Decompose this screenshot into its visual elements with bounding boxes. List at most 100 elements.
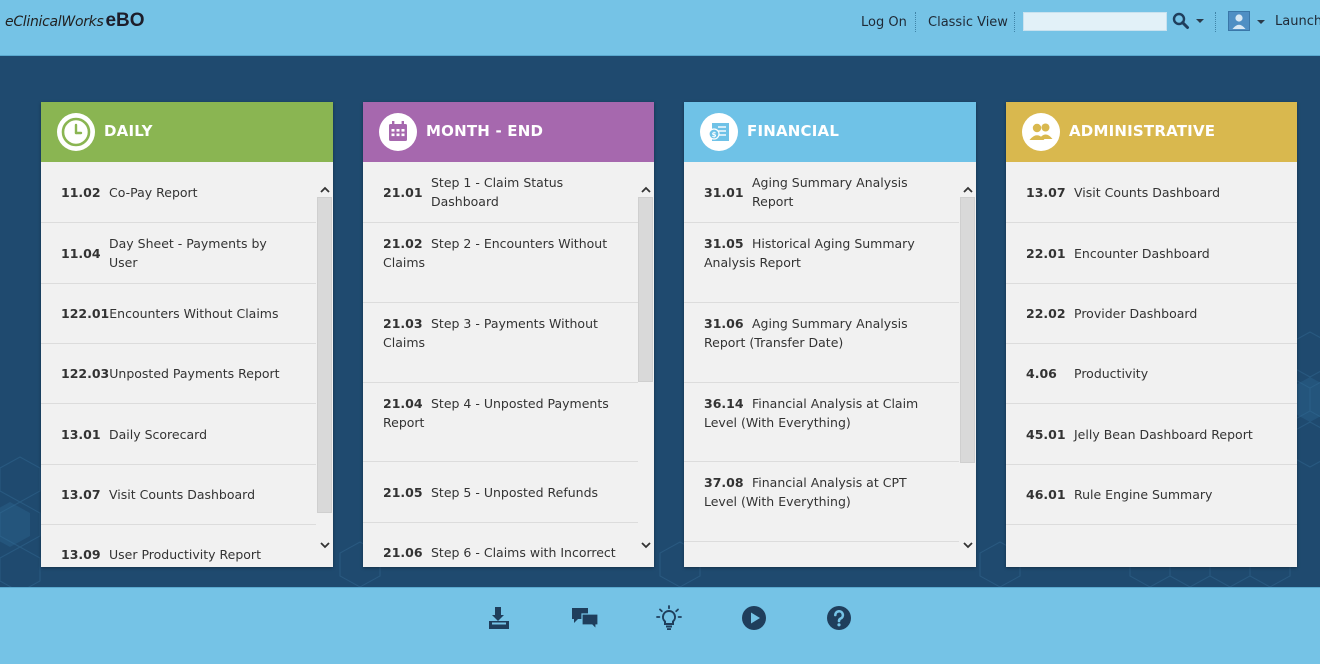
report-item[interactable]: 21.06 Step 6 - Claims with Incorrect — [363, 523, 638, 567]
report-item[interactable]: 22.02 Provider Dashboard — [1006, 284, 1297, 344]
report-code: 22.01 — [1026, 245, 1066, 261]
classic-view-link[interactable]: Classic View — [928, 15, 1008, 30]
app-logo: eClinicalWorks eBO — [5, 10, 145, 32]
report-label: Provider Dashboard — [1074, 306, 1198, 321]
report-item[interactable]: 21.01 Step 1 - Claim Status Dashboard — [363, 162, 638, 223]
report-code: 21.05 — [383, 484, 423, 500]
report-item[interactable]: 36.14 Financial Analysis at Claim Level (… — [684, 383, 959, 462]
report-item[interactable]: 11.02 Co-Pay Report — [41, 162, 316, 223]
scroll-up-icon[interactable] — [641, 180, 651, 193]
report-item[interactable]: 122.01 Encounters Without Claims — [41, 284, 316, 344]
card-title: DAILY — [104, 122, 153, 140]
chat-icon[interactable] — [571, 605, 599, 631]
report-code: 21.06 — [383, 545, 423, 560]
invoice-money-icon: $ — [700, 113, 738, 151]
report-item[interactable]: 13.07 Visit Counts Dashboard — [41, 465, 316, 525]
nav-divider — [1215, 12, 1216, 32]
report-label: Unposted Payments Report — [109, 366, 280, 381]
list-scrollbar[interactable] — [316, 162, 333, 567]
report-code: 46.01 — [1026, 487, 1066, 502]
search-input[interactable] — [1023, 12, 1167, 31]
report-list: 21.01 Step 1 - Claim Status Dashboard 21.… — [363, 162, 638, 567]
card-header: DAILY — [41, 102, 333, 162]
search-icon[interactable] — [1172, 11, 1190, 31]
scroll-down-icon[interactable] — [320, 535, 330, 549]
lightbulb-icon[interactable] — [656, 605, 682, 631]
top-header: eClinicalWorks eBO Log On Classic View La… — [0, 0, 1320, 56]
report-label: Daily Scorecard — [109, 426, 207, 442]
card-header: ADMINISTRATIVE — [1006, 102, 1297, 162]
report-label: Encounters Without Claims — [109, 306, 279, 321]
report-item[interactable]: 21.04 Step 4 - Unposted Payments Report — [363, 383, 638, 462]
scroll-up-icon[interactable] — [320, 180, 330, 193]
card-title: MONTH - END — [426, 122, 544, 140]
play-icon[interactable] — [741, 605, 767, 631]
report-code: 31.05 — [704, 236, 744, 251]
report-item[interactable]: 13.07 Visit Counts Dashboard — [1006, 162, 1297, 223]
card-administrative: ADMINISTRATIVE 13.07 Visit Counts Dashboa… — [1006, 102, 1297, 567]
report-code: 37.08 — [704, 475, 744, 490]
report-code: 45.01 — [1026, 426, 1066, 442]
card-daily: DAILY 11.02 Co-Pay Report 11.04 Day Sheet … — [41, 102, 333, 567]
card-month-end: MONTH - END 21.01 Step 1 - Claim Status D… — [363, 102, 654, 567]
report-item[interactable]: 21.03 Step 3 - Payments Without Claims — [363, 303, 638, 383]
report-code: 4.06 — [1026, 366, 1057, 381]
report-item[interactable]: 31.06 Aging Summary Analysis Report (Tran… — [684, 303, 959, 383]
report-item[interactable]: 22.01 Encounter Dashboard — [1006, 223, 1297, 284]
search-options-chevron-down-icon[interactable] — [1196, 19, 1204, 23]
report-item[interactable]: 13.01 Daily Scorecard — [41, 404, 316, 465]
report-code: 36.14 — [704, 396, 744, 411]
report-item[interactable]: 31.05 Historical Aging Summary Analysis R… — [684, 223, 959, 303]
user-menu-chevron-down-icon[interactable] — [1257, 20, 1265, 24]
user-avatar-icon[interactable] — [1228, 11, 1250, 31]
clock-icon — [57, 113, 95, 151]
report-item[interactable]: 45.01 Jelly Bean Dashboard Report — [1006, 404, 1297, 465]
report-item[interactable]: 13.09 User Productivity Report — [41, 525, 316, 567]
calendar-icon — [379, 113, 417, 151]
report-label: Step 5 - Unposted Refunds — [431, 484, 599, 500]
export-icon[interactable] — [486, 605, 512, 631]
list-scrollbar[interactable] — [959, 162, 976, 567]
report-list: 13.07 Visit Counts Dashboard 22.01 Encount… — [1006, 162, 1297, 567]
report-code: 13.07 — [1026, 184, 1066, 200]
report-label: Day Sheet - Payments by User — [109, 236, 267, 270]
report-code: 31.01 — [704, 184, 744, 200]
scrollbar-thumb[interactable] — [960, 197, 975, 463]
report-label: User Productivity Report — [109, 547, 261, 562]
report-item[interactable]: 21.05 Step 5 - Unposted Refunds — [363, 462, 638, 523]
report-label: Step 1 - Claim Status Dashboard — [431, 175, 564, 209]
report-code: 11.02 — [61, 184, 101, 200]
report-item[interactable]: 37.08 Financial Analysis at CPT Level (Wi… — [684, 462, 959, 542]
report-label: Co-Pay Report — [109, 184, 198, 200]
card-header: MONTH - END — [363, 102, 654, 162]
report-item[interactable]: 4.06 Productivity — [1006, 344, 1297, 404]
report-label: Visit Counts Dashboard — [109, 487, 256, 502]
launch-link[interactable]: Launch — [1275, 14, 1320, 29]
report-item[interactable]: 122.03 Unposted Payments Report — [41, 344, 316, 404]
report-item[interactable]: 46.01 Rule Engine Summary — [1006, 465, 1297, 525]
report-code: 21.01 — [383, 184, 423, 200]
report-item[interactable]: 31.01 Aging Summary Analysis Report — [684, 162, 959, 223]
report-code: 122.03 — [61, 366, 110, 381]
scrollbar-thumb[interactable] — [317, 197, 332, 513]
list-scrollbar[interactable] — [637, 162, 654, 567]
report-item[interactable]: 11.04 Day Sheet - Payments by User — [41, 223, 316, 284]
report-code: 11.04 — [61, 245, 101, 261]
report-code: 21.02 — [383, 236, 423, 251]
card-financial: $ FINANCIAL 31.01 Aging Summary Analysis … — [684, 102, 976, 567]
report-list: 31.01 Aging Summary Analysis Report 31.05… — [684, 162, 959, 567]
scroll-down-icon[interactable] — [641, 535, 651, 549]
report-label: Jelly Bean Dashboard Report — [1074, 426, 1253, 442]
logo-product: eBO — [105, 10, 145, 31]
report-label: Encounter Dashboard — [1074, 245, 1210, 261]
scroll-up-icon[interactable] — [963, 180, 973, 193]
help-icon[interactable] — [826, 605, 852, 631]
report-item[interactable]: 21.02 Step 2 - Encounters Without Claims — [363, 223, 638, 303]
bottom-toolbar — [0, 587, 1320, 664]
report-label: Visit Counts Dashboard — [1074, 184, 1221, 200]
scroll-down-icon[interactable] — [963, 535, 973, 549]
report-label: Aging Summary Analysis Report — [752, 175, 908, 209]
report-code: 13.09 — [61, 547, 101, 562]
log-on-link[interactable]: Log On — [861, 15, 907, 30]
scrollbar-thumb[interactable] — [638, 197, 653, 382]
